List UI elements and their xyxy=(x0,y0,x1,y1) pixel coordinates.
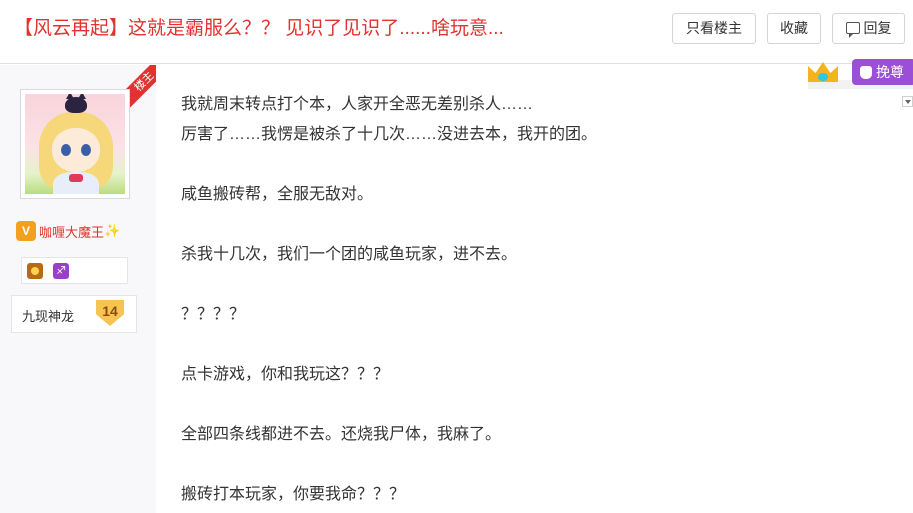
post-line: 咸鱼搬砖帮，全服无敌对。 xyxy=(181,186,374,203)
level-name: 九现神龙 xyxy=(22,309,75,324)
vote-button[interactable]: 挽尊 xyxy=(852,59,913,85)
hand-icon xyxy=(860,66,872,79)
crown-icon xyxy=(805,56,841,88)
post-line xyxy=(181,150,881,180)
post-line: 全部四条线都进不去。还烧我尸体，我麻了。 xyxy=(181,426,502,443)
post-line xyxy=(181,270,881,300)
post-line xyxy=(181,330,881,360)
sparkle-icon: ✨ xyxy=(104,223,121,238)
only-op-button[interactable]: 只看楼主 xyxy=(672,13,756,44)
thread-header: 【风云再起】这就是霸服么？？ 见识了见识了......啥玩意... 只看楼主 收… xyxy=(0,0,913,64)
username[interactable]: 咖喱大魔王 xyxy=(39,225,104,240)
post-line xyxy=(181,390,881,420)
reply-button[interactable]: 回复 xyxy=(832,13,905,44)
post-line: 搬砖打本玩家，你要我命？？？ xyxy=(181,486,406,503)
avatar-image xyxy=(25,94,125,194)
thread-title: 【风云再起】这就是霸服么？？ 见识了见识了......啥玩意... xyxy=(14,18,504,39)
sagittarius-icon[interactable] xyxy=(53,263,69,279)
post-content: 我就周末转点打个本，人家开全恶无差别杀人…… 厉害了……我愣是被杀了十几次……没… xyxy=(181,90,881,510)
reply-button-label: 回复 xyxy=(863,20,892,36)
post-line: 杀我十几次，我们一个团的咸鱼玩家，进不去。 xyxy=(181,246,518,263)
vip-icon xyxy=(16,221,36,241)
username-row: 咖喱大魔王✨ xyxy=(16,221,120,243)
avatar[interactable] xyxy=(20,89,130,199)
post-line: 点卡游戏，你和我玩这？？？ xyxy=(181,366,390,383)
level-box: 九现神龙 14 xyxy=(11,295,137,333)
reply-icon xyxy=(845,22,860,38)
collapse-toggle[interactable] xyxy=(902,96,913,107)
post-line: 我就周末转点打个本，人家开全恶无差别杀人…… xyxy=(181,96,534,113)
favorite-button[interactable]: 收藏 xyxy=(767,13,821,44)
level-badge: 14 xyxy=(96,300,124,326)
vote-label: 挽尊 xyxy=(876,64,904,80)
post-line: ？？？？ xyxy=(181,306,246,323)
badge-strip xyxy=(21,257,128,284)
post-line xyxy=(181,210,881,240)
vote-widget[interactable]: 挽尊 xyxy=(805,56,913,88)
medal-icon[interactable] xyxy=(27,263,43,279)
post-line xyxy=(181,450,881,480)
post-line: 厉害了……我愣是被杀了十几次……没进去本，我开的团。 xyxy=(181,126,598,143)
